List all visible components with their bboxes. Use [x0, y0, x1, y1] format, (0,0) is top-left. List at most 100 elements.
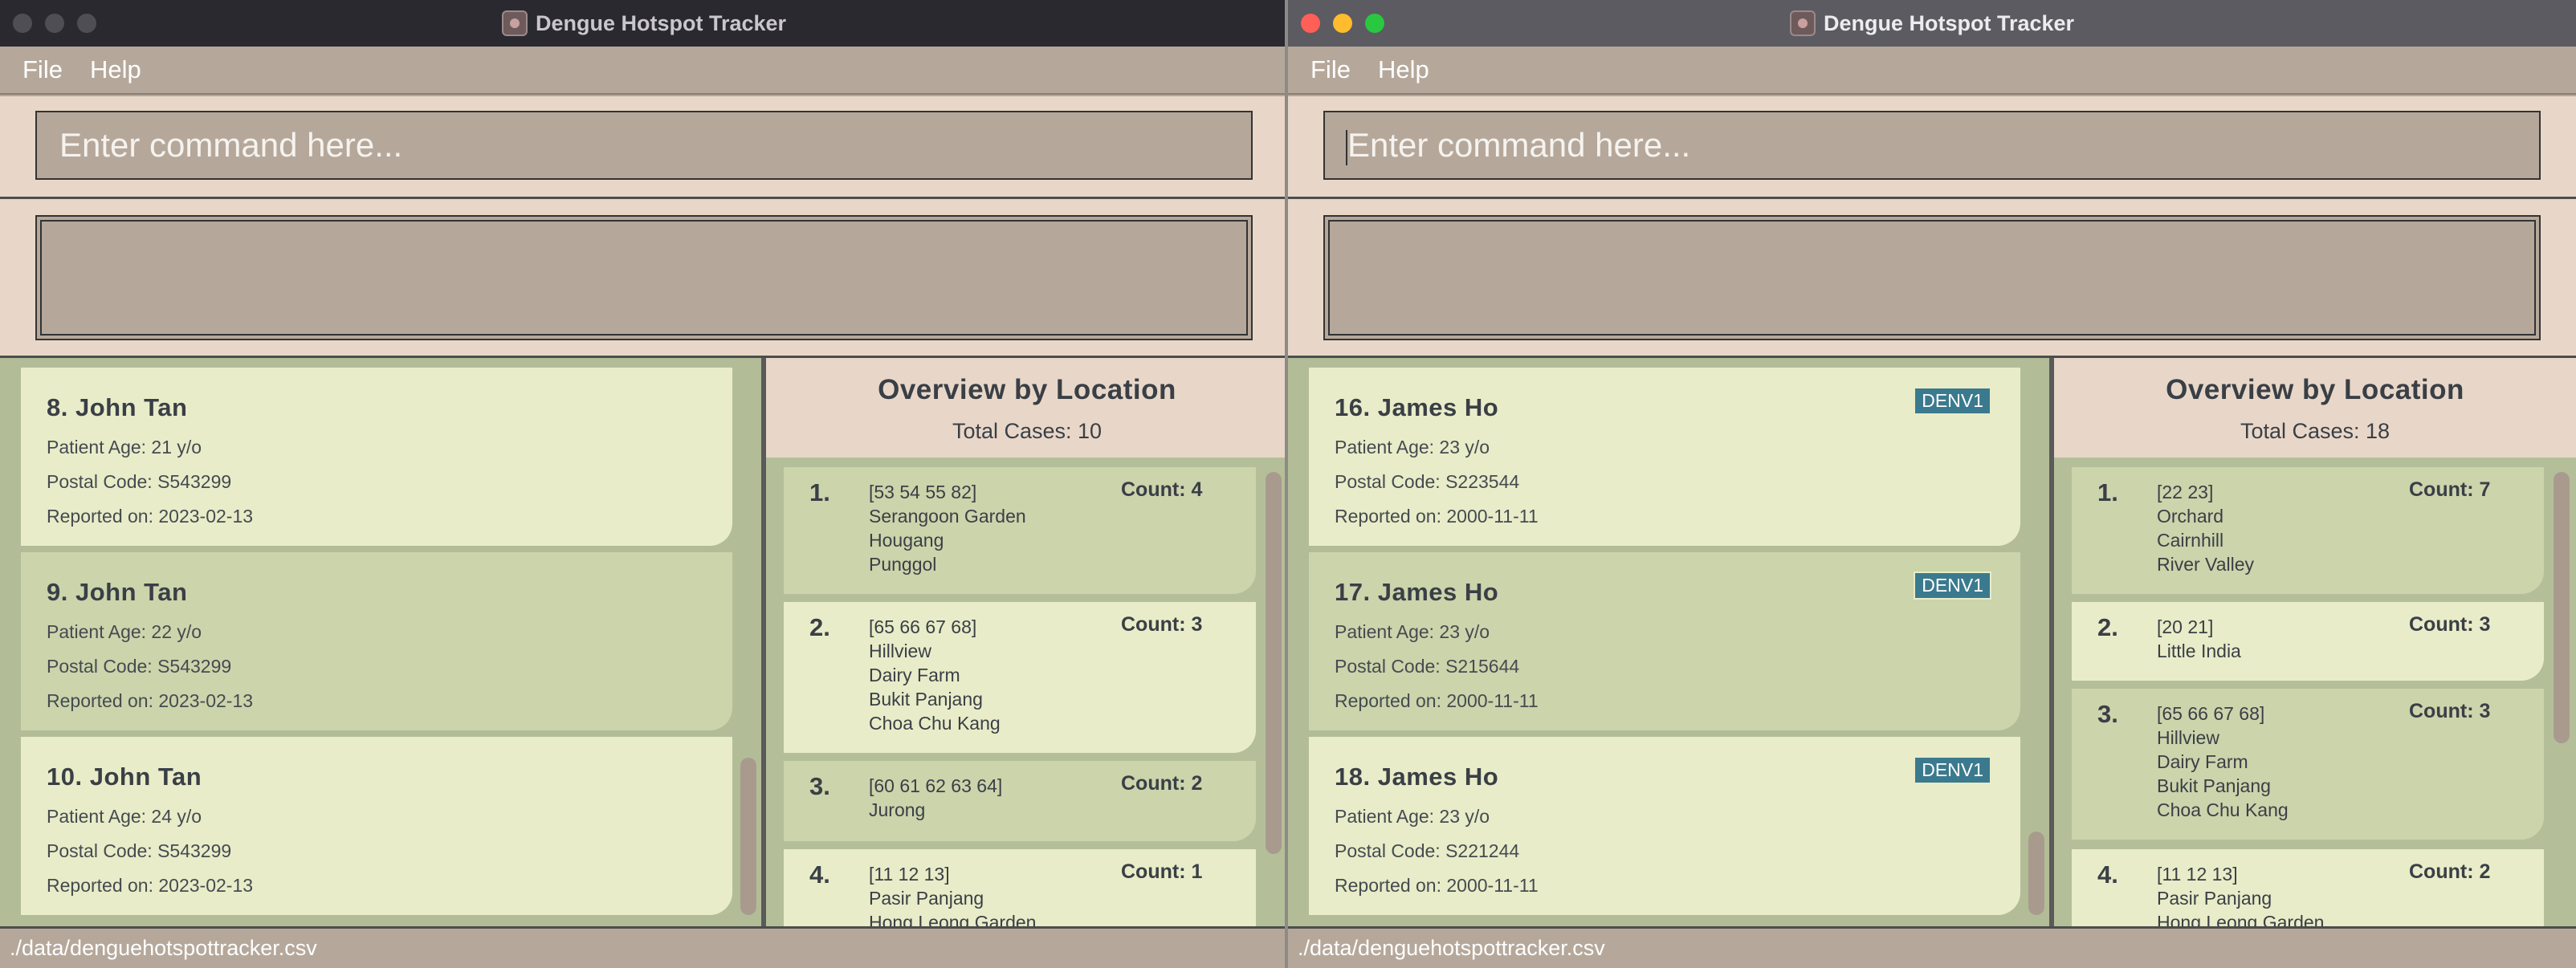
- patient-name: 9. John Tan: [47, 578, 188, 606]
- location-name: Bukit Panjang: [869, 689, 983, 710]
- overview-item-index: 3.: [809, 772, 830, 800]
- close-window-button[interactable]: [1301, 14, 1320, 33]
- overview-item-count: Count: 3: [2409, 700, 2491, 722]
- overview-item-index: 4.: [809, 860, 830, 889]
- location-codes: [11 12 13]: [869, 864, 950, 885]
- strain-tag: DENV1: [1914, 387, 1991, 415]
- command-input[interactable]: [1346, 125, 2539, 165]
- location-codes: [53 54 55 82]: [869, 482, 977, 502]
- patient-postal: Postal Code: S543299: [47, 656, 232, 677]
- minimize-window-button[interactable]: [45, 14, 64, 33]
- minimize-window-button[interactable]: [1333, 14, 1352, 33]
- overview-item[interactable]: 1. [22 23] Orchard Cairnhill River Valle…: [2072, 467, 2544, 594]
- strain-tag: DENV1: [1914, 756, 1991, 784]
- patient-reported: Reported on: 2023-02-13: [47, 690, 254, 711]
- location-name: Pasir Panjang: [2157, 888, 2272, 909]
- overview-item[interactable]: 1. [53 54 55 82] Serangoon Garden Hougan…: [784, 467, 1256, 594]
- total-cases: Total Cases: 10: [952, 419, 1103, 443]
- patient-card[interactable]: 16. James Ho Patient Age: 23 y/o Postal …: [1309, 368, 2020, 546]
- overview-item[interactable]: 2. [65 66 67 68] Hillview Dairy Farm Buk…: [784, 602, 1256, 753]
- location-codes: [65 66 67 68]: [2157, 703, 2265, 724]
- overview-title: Overview by Location: [878, 374, 1176, 405]
- command-box[interactable]: [1323, 111, 2541, 180]
- strain-tag: DENV1: [1914, 571, 1991, 600]
- app-icon: [501, 10, 528, 36]
- patient-age: Patient Age: 22 y/o: [47, 621, 202, 642]
- overview-scrollbar[interactable]: [1266, 472, 1282, 854]
- overview-item-index: 2.: [809, 613, 830, 641]
- menu-file[interactable]: File: [22, 55, 63, 84]
- patient-list[interactable]: 16. James Ho Patient Age: 23 y/o Postal …: [1288, 358, 2049, 926]
- overview-item-count: Count: 1: [1121, 860, 1203, 883]
- patient-postal: Postal Code: S215644: [1335, 656, 1520, 677]
- overview-item[interactable]: 4. [11 12 13] Pasir Panjang Hong Leong G…: [2072, 849, 2544, 926]
- overview-header: Overview by Location Total Cases: 10: [766, 358, 1288, 458]
- patient-list-scrollbar[interactable]: [2028, 832, 2044, 915]
- overview-item-count: Count: 7: [2409, 478, 2491, 501]
- patient-name: 18. James Ho: [1335, 763, 1499, 791]
- overview-panel: Overview by Location Total Cases: 10 1. …: [766, 358, 1288, 926]
- overview-item[interactable]: 2. [20 21] Little India Count: 3: [2072, 602, 2544, 681]
- menu-help[interactable]: Help: [90, 55, 141, 84]
- overview-item[interactable]: 3. [65 66 67 68] Hillview Dairy Farm Buk…: [2072, 689, 2544, 840]
- overview-item-locations: [20 21] Little India: [2157, 615, 2241, 663]
- result-display[interactable]: [1323, 215, 2541, 340]
- location-name: Cairnhill: [2157, 530, 2224, 551]
- overview-scrollbar[interactable]: [2554, 472, 2570, 743]
- patient-postal: Postal Code: S543299: [47, 840, 232, 861]
- zoom-window-button[interactable]: [1365, 14, 1384, 33]
- overview-item-count: Count: 4: [1121, 478, 1203, 501]
- menu-file[interactable]: File: [1310, 55, 1351, 84]
- window-controls: [1301, 14, 1384, 33]
- overview-item-index: 4.: [2097, 860, 2118, 889]
- overview-item-locations: [65 66 67 68] Hillview Dairy Farm Bukit …: [2157, 702, 2289, 822]
- zoom-window-button[interactable]: [77, 14, 96, 33]
- location-name: Punggol: [869, 554, 937, 575]
- overview-item-locations: [11 12 13] Pasir Panjang Hong Leong Gard…: [869, 862, 1036, 926]
- patient-age: Patient Age: 23 y/o: [1335, 437, 1490, 458]
- overview-item[interactable]: 3. [60 61 62 63 64] Jurong Count: 2: [784, 761, 1256, 841]
- command-area: [0, 96, 1288, 199]
- patient-reported: Reported on: 2023-02-13: [47, 875, 254, 896]
- patient-list[interactable]: 8. John Tan Patient Age: 21 y/o Postal C…: [0, 358, 761, 926]
- location-codes: [11 12 13]: [2157, 864, 2238, 885]
- patient-reported: Reported on: 2023-02-13: [47, 506, 254, 527]
- overview-item-locations: [11 12 13] Pasir Panjang Hong Leong Gard…: [2157, 862, 2324, 926]
- command-input[interactable]: [58, 125, 1251, 165]
- close-window-button[interactable]: [13, 14, 32, 33]
- overview-item-index: 2.: [2097, 613, 2118, 641]
- overview-item-count: Count: 3: [2409, 613, 2491, 636]
- overview-item-locations: [60 61 62 63 64] Jurong: [869, 774, 1002, 822]
- title-bar[interactable]: Dengue Hotspot Tracker: [0, 0, 1288, 48]
- command-area: [1288, 96, 2576, 199]
- location-name: Pasir Panjang: [869, 888, 984, 909]
- overview-item[interactable]: 4. [11 12 13] Pasir Panjang Hong Leong G…: [784, 849, 1256, 926]
- command-box[interactable]: [35, 111, 1253, 180]
- patient-name: 16. James Ho: [1335, 393, 1499, 421]
- patient-card[interactable]: 9. John Tan Patient Age: 22 y/o Postal C…: [21, 552, 732, 730]
- location-name: Bukit Panjang: [2157, 775, 2271, 796]
- patient-card[interactable]: 17. James Ho Patient Age: 23 y/o Postal …: [1309, 552, 2020, 730]
- patient-list-scrollbar[interactable]: [740, 758, 756, 915]
- location-codes: [20 21]: [2157, 616, 2214, 637]
- patient-card[interactable]: 10. John Tan Patient Age: 24 y/o Postal …: [21, 737, 732, 915]
- result-area: [0, 199, 1288, 358]
- location-name: Hong Leong Garden: [869, 912, 1037, 926]
- window-title: Dengue Hotspot Tracker: [1823, 10, 2075, 35]
- status-bar: ./data/denguehotspottracker.csv: [1288, 926, 2576, 968]
- patient-card[interactable]: 18. James Ho Patient Age: 23 y/o Postal …: [1309, 737, 2020, 915]
- overview-item-count: Count: 2: [1121, 772, 1203, 795]
- location-codes: [22 23]: [2157, 482, 2214, 502]
- menu-bar: File Help: [0, 47, 1288, 95]
- title-bar[interactable]: Dengue Hotspot Tracker: [1288, 0, 2576, 48]
- patient-age: Patient Age: 21 y/o: [47, 437, 202, 458]
- overview-panel: Overview by Location Total Cases: 18 1. …: [2054, 358, 2576, 926]
- window-title: Dengue Hotspot Tracker: [535, 10, 787, 35]
- patient-name: 10. John Tan: [47, 763, 202, 791]
- menu-help[interactable]: Help: [1378, 55, 1429, 84]
- location-name: Little India: [2157, 641, 2241, 661]
- location-codes: [60 61 62 63 64]: [869, 775, 1003, 796]
- overview-item-count: Count: 3: [1121, 613, 1203, 636]
- patient-card[interactable]: 8. John Tan Patient Age: 21 y/o Postal C…: [21, 368, 732, 546]
- result-display[interactable]: [35, 215, 1253, 340]
